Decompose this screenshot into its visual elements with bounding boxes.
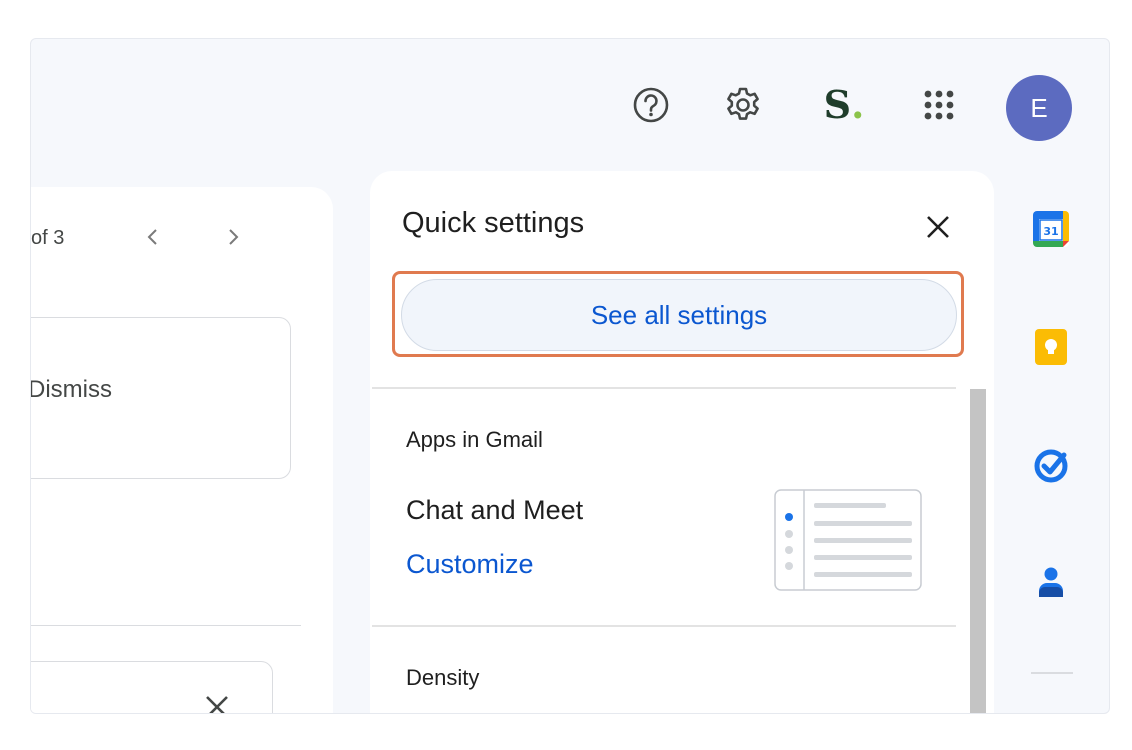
gmail-window: S. E of 3 Dismiss Quick settings See all… — [30, 38, 1110, 714]
brand-dot: . — [851, 81, 865, 127]
density-heading: Density — [406, 665, 480, 690]
svg-text:31: 31 — [1043, 225, 1058, 238]
notice-card: Dismiss — [31, 317, 291, 479]
gear-icon[interactable] — [719, 81, 767, 129]
chevron-left-icon — [147, 229, 157, 245]
quick-settings-title: Quick settings — [402, 207, 585, 239]
quick-settings-panel: Quick settings See all settings Apps in … — [370, 171, 994, 713]
brand-logo[interactable]: S. — [819, 79, 869, 129]
rail-divider — [1031, 672, 1073, 674]
quick-settings-scrollbar[interactable] — [970, 389, 986, 713]
close-icon — [927, 216, 949, 238]
apps-in-gmail-heading: Apps in Gmail — [406, 427, 543, 452]
chat-and-meet-label: Chat and Meet — [406, 495, 584, 525]
chevron-right-icon — [229, 229, 239, 245]
older-button[interactable] — [133, 217, 173, 257]
section-divider — [372, 625, 956, 627]
apps-grid-icon[interactable] — [915, 81, 963, 129]
brand-letter: S — [823, 81, 852, 127]
calendar-icon[interactable]: 31 — [1029, 207, 1073, 251]
pager-count: of 3 — [31, 227, 65, 249]
help-icon[interactable] — [627, 81, 675, 129]
highlight-box — [392, 271, 964, 357]
account-avatar[interactable]: E — [1006, 75, 1072, 141]
section-divider — [372, 387, 956, 389]
quick-settings-close-button[interactable] — [918, 207, 958, 247]
newer-button[interactable] — [213, 217, 253, 257]
close-icon[interactable] — [202, 692, 232, 714]
mail-pane: of 3 Dismiss — [31, 187, 333, 714]
keep-icon[interactable] — [1029, 325, 1073, 369]
chat-layout-illustration — [774, 489, 922, 591]
customize-link[interactable]: Customize — [406, 549, 534, 580]
bottom-card — [31, 661, 273, 714]
contacts-icon[interactable] — [1029, 559, 1073, 603]
tasks-icon[interactable] — [1029, 443, 1073, 487]
dismiss-button[interactable]: Dismiss — [31, 376, 112, 404]
pane-divider — [31, 625, 301, 626]
